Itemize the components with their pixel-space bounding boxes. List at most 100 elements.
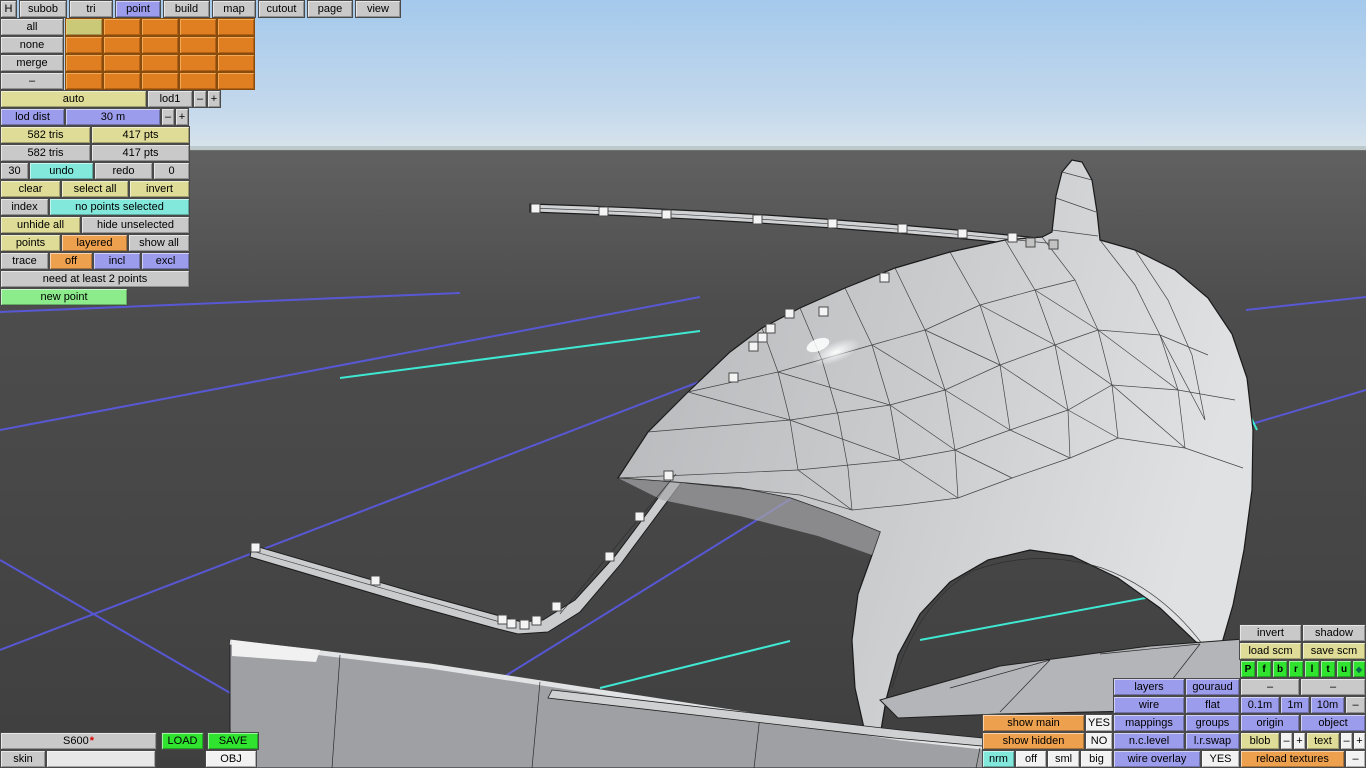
trace-excl-button[interactable]: excl bbox=[141, 252, 190, 270]
shadow-button[interactable]: shadow bbox=[1302, 624, 1366, 642]
reload-textures-button[interactable]: reload textures bbox=[1240, 750, 1345, 768]
flag-t-button[interactable]: t bbox=[1320, 660, 1336, 678]
model-name-button[interactable]: S600 * bbox=[0, 732, 157, 750]
undo-button[interactable]: undo bbox=[29, 162, 94, 180]
nrm-off-button[interactable]: off bbox=[1015, 750, 1047, 768]
grid-cell[interactable] bbox=[103, 54, 141, 72]
none-button[interactable]: none bbox=[0, 36, 64, 54]
text-button[interactable]: text bbox=[1306, 732, 1340, 750]
show-hidden-value[interactable]: NO bbox=[1085, 732, 1113, 750]
menu-button-build[interactable]: build bbox=[163, 0, 210, 18]
obj-button[interactable]: OBJ bbox=[205, 750, 257, 768]
lod-dist-plus-button[interactable]: + bbox=[175, 108, 189, 126]
menu-button-tri[interactable]: tri bbox=[69, 0, 113, 18]
layered-button[interactable]: layered bbox=[61, 234, 128, 252]
layers-button[interactable]: layers bbox=[1113, 678, 1185, 696]
flag-p-button[interactable]: P bbox=[1240, 660, 1256, 678]
invert-normals-button[interactable]: invert bbox=[1239, 624, 1302, 642]
redo-button[interactable]: redo bbox=[94, 162, 153, 180]
grid-cell[interactable] bbox=[217, 54, 255, 72]
lod1-button[interactable]: lod1 bbox=[147, 90, 193, 108]
load-button[interactable]: LOAD bbox=[161, 732, 204, 750]
show-main-value[interactable]: YES bbox=[1085, 714, 1113, 732]
grid-cell[interactable] bbox=[65, 54, 103, 72]
grid-cell[interactable] bbox=[141, 18, 179, 36]
blob-button[interactable]: blob bbox=[1240, 732, 1280, 750]
dash-button[interactable]: – bbox=[0, 72, 64, 90]
grid-cell[interactable] bbox=[179, 72, 217, 90]
grid-cell[interactable] bbox=[103, 18, 141, 36]
grid-cell[interactable] bbox=[65, 72, 103, 90]
nrm-button[interactable]: nrm bbox=[982, 750, 1015, 768]
save-button[interactable]: SAVE bbox=[207, 732, 259, 750]
grid-cell[interactable] bbox=[103, 72, 141, 90]
invert-selection-button[interactable]: invert bbox=[129, 180, 190, 198]
grid-cell[interactable] bbox=[217, 18, 255, 36]
grid-cell[interactable] bbox=[65, 36, 103, 54]
all-button[interactable]: all bbox=[0, 18, 64, 36]
groups-button[interactable]: groups bbox=[1185, 714, 1240, 732]
lod-plus-button[interactable]: + bbox=[207, 90, 221, 108]
trace-button[interactable]: trace bbox=[0, 252, 49, 270]
menu-button-point[interactable]: point bbox=[115, 0, 161, 18]
grid-cell[interactable] bbox=[179, 18, 217, 36]
auto-button[interactable]: auto bbox=[0, 90, 147, 108]
wire-button[interactable]: wire bbox=[1113, 696, 1185, 714]
clear-button[interactable]: clear bbox=[0, 180, 61, 198]
grid-cell[interactable] bbox=[103, 36, 141, 54]
grid-cell[interactable] bbox=[217, 72, 255, 90]
menu-button-h[interactable]: H bbox=[0, 0, 17, 18]
show-main-button[interactable]: show main bbox=[982, 714, 1085, 732]
grid-cell[interactable] bbox=[179, 54, 217, 72]
gouraud-button[interactable]: gouraud bbox=[1185, 678, 1240, 696]
flat-button[interactable]: flat bbox=[1185, 696, 1240, 714]
merge-button[interactable]: merge bbox=[0, 54, 64, 72]
grid-cell[interactable] bbox=[141, 72, 179, 90]
grid-cell[interactable] bbox=[217, 36, 255, 54]
flag-u-button[interactable]: u bbox=[1336, 660, 1352, 678]
hide-unselected-button[interactable]: hide unselected bbox=[81, 216, 190, 234]
text-plus-button[interactable]: + bbox=[1353, 732, 1366, 750]
grid-10m-button[interactable]: 10m bbox=[1310, 696, 1345, 714]
lod-minus-button[interactable]: – bbox=[193, 90, 207, 108]
show-all-button[interactable]: show all bbox=[128, 234, 190, 252]
viewport-3d[interactable] bbox=[0, 0, 1366, 768]
nrm-big-button[interactable]: big bbox=[1080, 750, 1113, 768]
menu-button-page[interactable]: page bbox=[307, 0, 353, 18]
wire-overlay-button[interactable]: wire overlay bbox=[1113, 750, 1201, 768]
nc-level-button[interactable]: n.c.level bbox=[1113, 732, 1185, 750]
text-minus-button[interactable]: – bbox=[1340, 732, 1353, 750]
show-hidden-button[interactable]: show hidden bbox=[982, 732, 1085, 750]
skin-name-field[interactable] bbox=[46, 750, 156, 768]
menu-button-subob[interactable]: subob bbox=[19, 0, 67, 18]
trace-off-button[interactable]: off bbox=[49, 252, 93, 270]
dash-button[interactable]: – bbox=[1240, 678, 1300, 696]
menu-button-view[interactable]: view bbox=[355, 0, 401, 18]
grid-cell[interactable] bbox=[141, 54, 179, 72]
lod-dist-minus-button[interactable]: – bbox=[161, 108, 175, 126]
mappings-button[interactable]: mappings bbox=[1113, 714, 1185, 732]
unhide-all-button[interactable]: unhide all bbox=[0, 216, 81, 234]
index-button[interactable]: index bbox=[0, 198, 49, 216]
grid-cell[interactable] bbox=[141, 36, 179, 54]
flag-l-button[interactable]: l bbox=[1304, 660, 1320, 678]
lod-dist-label[interactable]: lod dist bbox=[0, 108, 65, 126]
menu-button-map[interactable]: map bbox=[212, 0, 256, 18]
points-button[interactable]: points bbox=[0, 234, 61, 252]
grid-cell[interactable] bbox=[179, 36, 217, 54]
load-scm-button[interactable]: load scm bbox=[1239, 642, 1302, 660]
wire-overlay-value[interactable]: YES bbox=[1201, 750, 1240, 768]
flag-f-button[interactable]: f bbox=[1256, 660, 1272, 678]
select-all-button[interactable]: select all bbox=[61, 180, 129, 198]
new-point-button[interactable]: new point bbox=[0, 288, 128, 306]
object-button[interactable]: object bbox=[1300, 714, 1366, 732]
origin-button[interactable]: origin bbox=[1240, 714, 1300, 732]
dash-button[interactable]: – bbox=[1300, 678, 1366, 696]
trace-incl-button[interactable]: incl bbox=[93, 252, 141, 270]
blob-plus-button[interactable]: + bbox=[1293, 732, 1306, 750]
grid-cell-selected[interactable] bbox=[65, 18, 103, 36]
dash-button[interactable]: – bbox=[1345, 696, 1366, 714]
flag-b-button[interactable]: b bbox=[1272, 660, 1288, 678]
nrm-sml-button[interactable]: sml bbox=[1047, 750, 1080, 768]
dash-button[interactable]: – bbox=[1345, 750, 1366, 768]
